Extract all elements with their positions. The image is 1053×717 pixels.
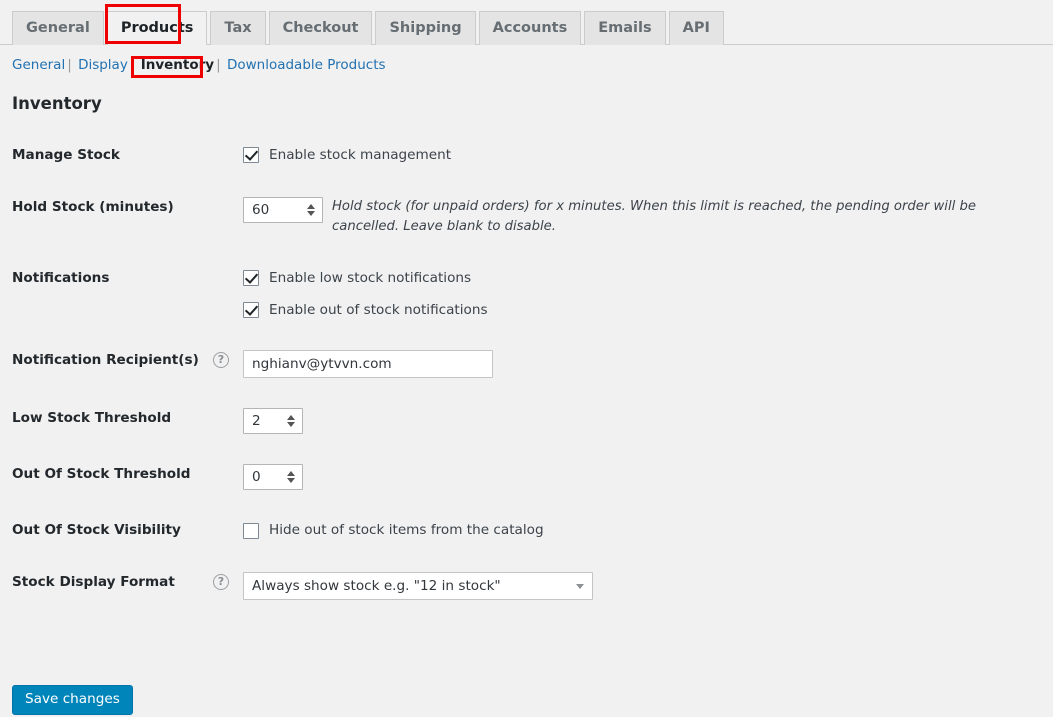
tab-general[interactable]: General [12,11,104,45]
subnav-separator-2: | [129,57,135,73]
label-out-of-stock-threshold: Out Of Stock Threshold [12,466,191,483]
submit-area: Save changes [12,685,133,715]
settings-page: General Products Tax Checkout Shipping A… [0,0,1053,717]
page-title: Inventory [12,94,102,113]
row-out-of-stock-visibility: Out Of Stock Visibility Hide out of stoc… [0,505,1053,557]
subnav-separator-3: | [216,57,221,73]
tab-api[interactable]: API [668,11,724,45]
low-stock-checkbox-row[interactable]: Enable low stock notifications [243,268,1043,288]
label-manage-stock: Manage Stock [12,147,120,163]
subnav-item-downloadable-products[interactable]: Downloadable Products [227,57,386,73]
label-stock-display-format: ? Stock Display Format [0,557,243,615]
row-out-of-stock-threshold: Out Of Stock Threshold 0 [0,449,1053,505]
cell-low-stock-threshold: 2 [243,393,1053,449]
enable-out-of-stock-notifications-label: Enable out of stock notifications [269,301,488,318]
label-notifications: Notifications [12,269,110,286]
cell-out-of-stock-visibility: Hide out of stock items from the catalog [243,505,1053,557]
out-of-stock-spinner-buttons[interactable] [282,465,299,489]
settings-tab-bar: General Products Tax Checkout Shipping A… [0,0,1053,45]
stock-display-format-value: Always show stock e.g. "12 in stock" [252,577,501,594]
cell-notification-recipients: nghianv@ytvvn.com [243,335,1053,393]
subnav-item-inventory[interactable]: Inventory [141,57,214,73]
manage-stock-checkbox-row[interactable]: Enable stock management [243,145,1043,165]
hide-out-of-stock-items-checkbox[interactable] [243,522,259,539]
tab-checkout[interactable]: Checkout [268,11,373,45]
row-low-stock-threshold: Low Stock Threshold 2 [0,393,1053,449]
out-of-stock-checkbox-row[interactable]: Enable out of stock notifications [243,300,1043,320]
inventory-settings-table: Manage Stock Enable stock management Hol… [0,130,1053,615]
row-hold-stock: Hold Stock (minutes) 60 Hold stock (for … [0,182,1053,253]
chevron-down-icon[interactable] [576,583,584,589]
cell-hold-stock: 60 Hold stock (for unpaid orders) for x … [243,182,1053,253]
label-low-stock-threshold: Low Stock Threshold [12,410,172,427]
tab-shipping[interactable]: Shipping [375,11,476,45]
label-out-of-stock-visibility: Out Of Stock Visibility [12,522,181,539]
out-of-stock-threshold-stepper[interactable]: 0 [243,464,303,491]
row-notification-recipients: ? Notification Recipient(s) nghianv@ytvv… [0,335,1053,393]
help-icon-notification-recipients[interactable]: ? [213,352,229,369]
help-icon-stock-display-format[interactable]: ? [213,574,229,591]
tab-tax[interactable]: Tax [210,11,266,45]
cell-stock-display-format: Always show stock e.g. "12 in stock" [243,557,1053,615]
save-changes-button[interactable]: Save changes [12,685,133,715]
subnav-item-display[interactable]: Display [78,57,128,73]
label-notification-recipients-text: Notification Recipient(s) [12,352,199,369]
tab-products[interactable]: Products [106,11,208,45]
low-stock-threshold-stepper[interactable]: 2 [243,408,303,435]
spinner-down-icon[interactable] [286,422,295,428]
hold-stock-description: Hold stock (for unpaid orders) for x min… [332,198,976,235]
hold-stock-value[interactable]: 60 [244,198,302,222]
subnav-item-general[interactable]: General [12,57,65,73]
sub-navigation: General | Display | Inventory | Downloadabl… [12,57,386,73]
enable-low-stock-notifications-checkbox[interactable] [243,269,259,286]
subnav-separator-1: | [67,57,72,73]
enable-out-of-stock-notifications-checkbox[interactable] [243,302,259,319]
out-of-stock-threshold-value[interactable]: 0 [244,465,282,489]
label-stock-display-format-text: Stock Display Format [12,574,175,591]
label-notification-recipients: ? Notification Recipient(s) [0,335,243,393]
spinner-up-icon[interactable] [286,415,295,421]
cell-notifications: Enable low stock notifications Enable ou… [243,253,1053,336]
cell-out-of-stock-threshold: 0 [243,449,1053,505]
spinner-down-icon[interactable] [286,478,295,484]
low-stock-threshold-value[interactable]: 2 [244,409,282,433]
enable-stock-management-checkbox[interactable] [243,147,259,164]
enable-stock-management-label: Enable stock management [269,147,452,163]
row-stock-display-format: ? Stock Display Format Always show stock… [0,557,1053,615]
row-manage-stock: Manage Stock Enable stock management [0,130,1053,182]
hold-stock-stepper[interactable]: 60 [243,196,323,223]
tab-accounts[interactable]: Accounts [478,11,582,45]
hold-stock-spinner-buttons[interactable] [302,198,319,222]
stock-display-format-select[interactable]: Always show stock e.g. "12 in stock" [243,572,593,601]
cell-manage-stock: Enable stock management [243,130,1053,182]
enable-low-stock-notifications-label: Enable low stock notifications [269,269,472,286]
hide-out-of-stock-items-label: Hide out of stock items from the catalog [269,522,544,539]
spinner-down-icon[interactable] [306,210,315,216]
low-stock-spinner-buttons[interactable] [282,409,299,433]
label-hold-stock: Hold Stock (minutes) [12,198,174,215]
tab-emails[interactable]: Emails [584,11,666,45]
notification-recipients-input[interactable]: nghianv@ytvvn.com [243,350,493,379]
out-of-stock-visibility-checkbox-row[interactable]: Hide out of stock items from the catalog [243,520,1043,540]
row-notifications: Notifications Enable low stock notificat… [0,253,1053,336]
spinner-up-icon[interactable] [306,203,315,209]
spinner-up-icon[interactable] [286,471,295,477]
